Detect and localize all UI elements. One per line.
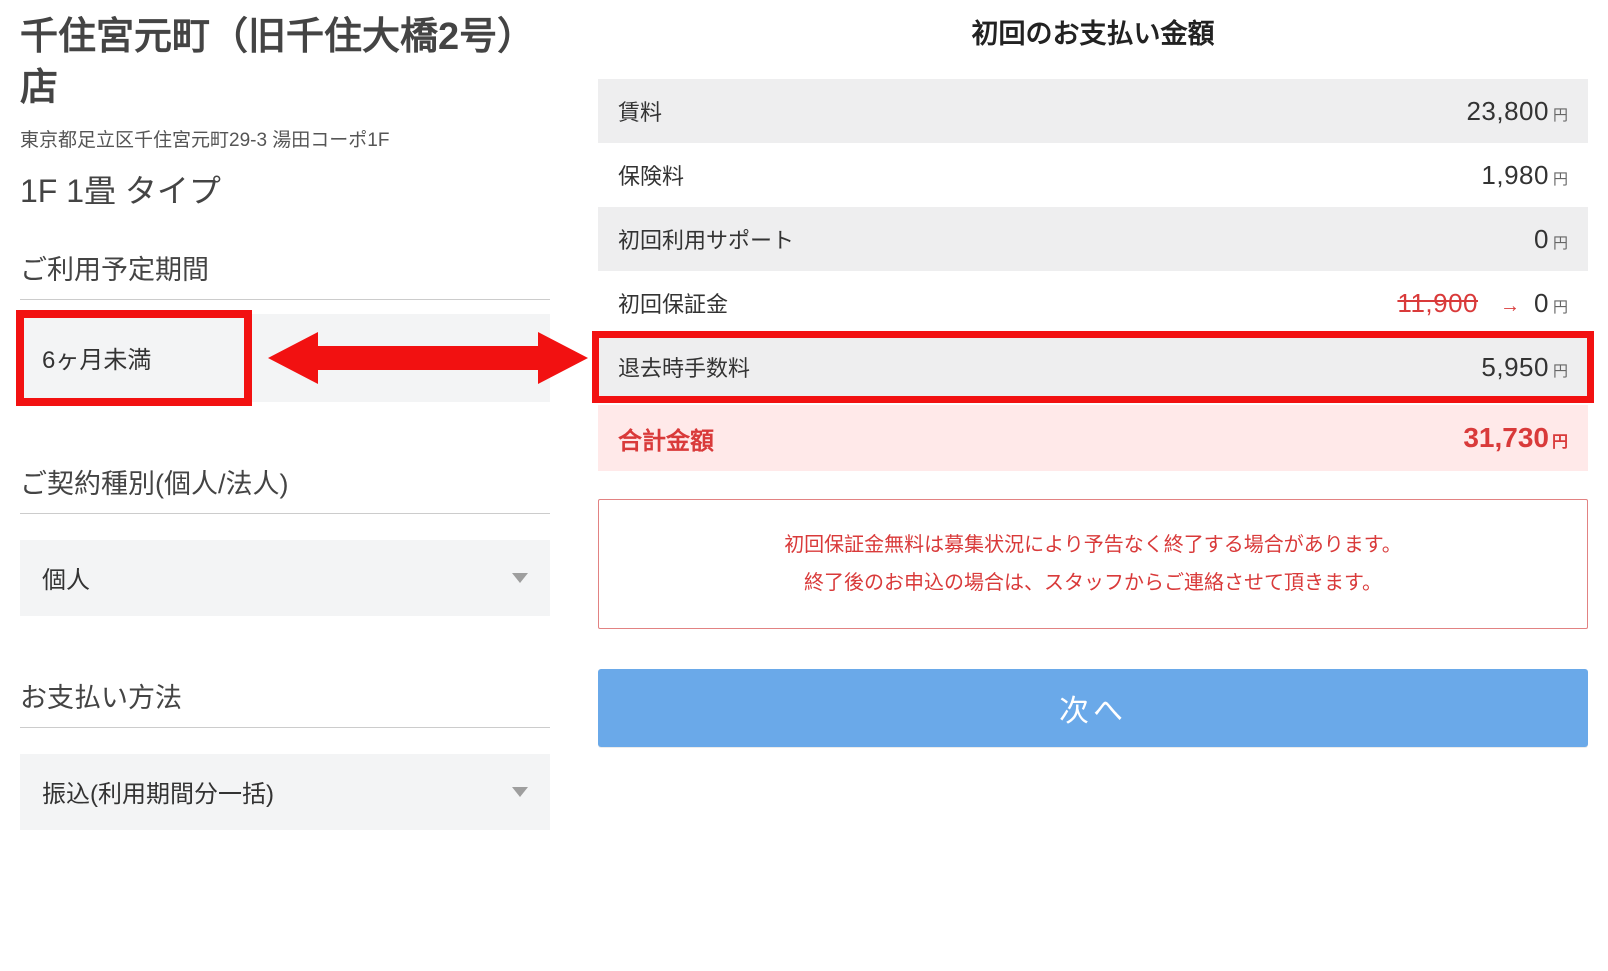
yen-unit: 円 [1552,434,1568,451]
chevron-down-icon [512,787,528,797]
store-address: 東京都足立区千住宮元町29-3 湯田コーポ1F [20,125,550,152]
total-value: 31,730 [1463,422,1549,453]
contract-type-value: 個人 [42,560,90,595]
deposit-notice: 初回保証金無料は募集状況により予告なく終了する場合があります。 終了後のお申込の… [598,499,1588,629]
yen-unit: 円 [1553,360,1568,381]
payment-method-select[interactable]: 振込(利用期間分一括) [20,754,550,830]
next-button[interactable]: 次へ [598,669,1588,747]
notice-line: 終了後のお申込の場合は、スタッフからご連絡させて頂きます。 [619,564,1567,602]
total-row: 合計金額 31,730円 [598,405,1588,471]
fee-label: 初回保証金 [618,287,728,319]
fee-value: 0 [1534,288,1549,319]
period-select-value: 6ヶ月未満 [42,340,151,375]
fee-value: 1,980 [1481,160,1549,191]
contract-section-label: ご契約種別(個人/法人) [20,462,550,514]
room-type: 1F 1畳 タイプ [20,166,550,212]
arrow-right-icon: → [1500,295,1520,318]
fee-row-rent: 賃料 23,800 円 [598,79,1588,143]
fee-row-insurance: 保険料 1,980 円 [598,143,1588,207]
period-section-label: ご利用予定期間 [20,248,550,300]
fee-row-deposit: 初回保証金 11,900 → 0 円 [598,271,1588,335]
yen-unit: 円 [1553,232,1568,253]
fee-strike-value: 11,900 [1397,288,1478,318]
fee-row-support: 初回利用サポート 0 円 [598,207,1588,271]
payment-summary-title: 初回のお支払い金額 [598,12,1588,51]
fee-label: 退去時手数料 [618,351,750,383]
fee-label: 賃料 [618,95,662,127]
fee-table: 賃料 23,800 円 保険料 1,980 円 初回利用サポート 0 円 [598,79,1588,399]
fee-value: 5,950 [1481,352,1549,383]
contract-type-select[interactable]: 個人 [20,540,550,616]
yen-unit: 円 [1553,104,1568,125]
fee-label: 初回利用サポート [618,223,794,255]
total-label: 合計金額 [618,421,714,456]
yen-unit: 円 [1553,296,1568,317]
fee-value: 23,800 [1466,96,1549,127]
fee-label: 保険料 [618,159,684,191]
yen-unit: 円 [1553,168,1568,189]
period-select[interactable]: 6ヶ月未満 [20,314,550,402]
fee-value: 0 [1534,224,1549,255]
chevron-down-icon [512,573,528,583]
fee-row-moveout: 退去時手数料 5,950 円 [598,335,1588,399]
payment-section-label: お支払い方法 [20,676,550,728]
store-name: 千住宮元町（旧千住大橋2号）店 [20,12,550,115]
payment-method-value: 振込(利用期間分一括) [42,774,274,809]
notice-line: 初回保証金無料は募集状況により予告なく終了する場合があります。 [619,526,1567,564]
